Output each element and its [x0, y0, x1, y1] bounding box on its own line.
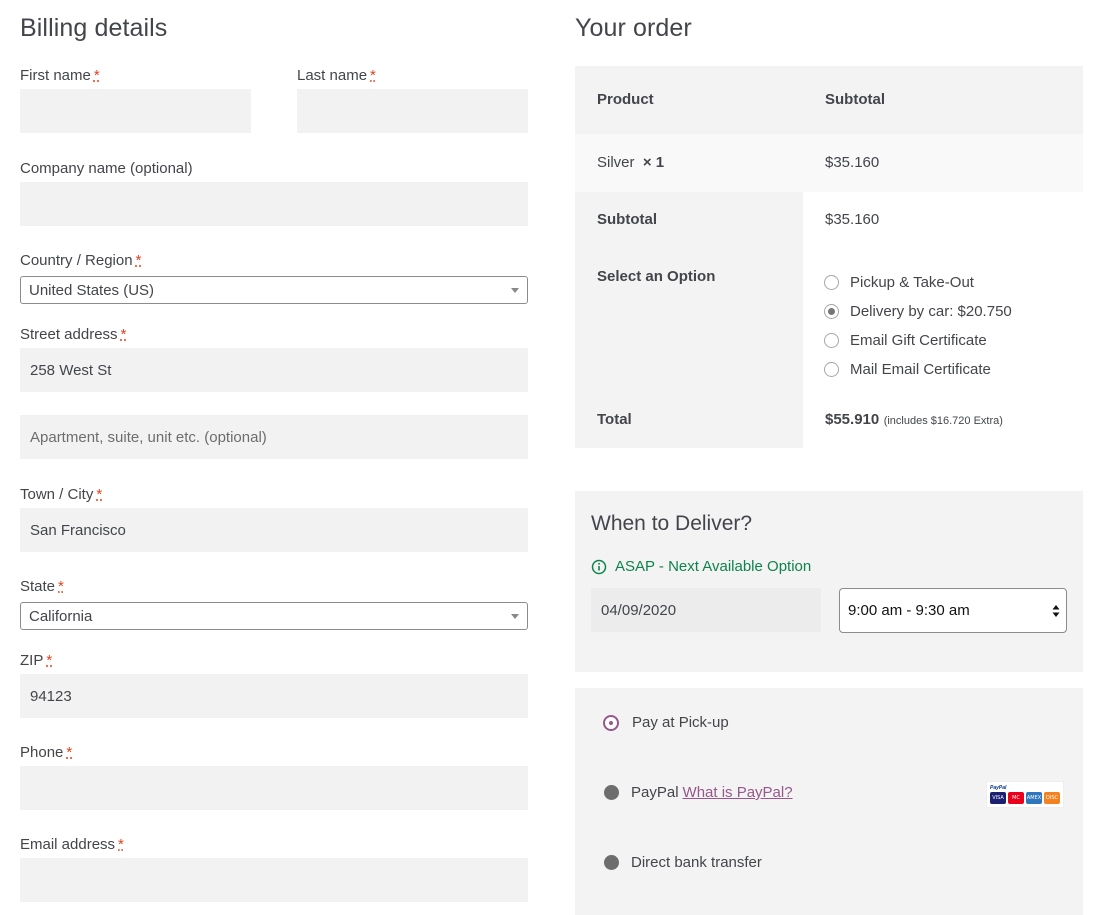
mastercard-icon: MC	[1008, 792, 1024, 804]
state-value: California	[29, 607, 93, 625]
last-name-label: Last name *	[297, 67, 376, 84]
payment-label: PayPal	[631, 784, 679, 801]
chevron-down-icon	[511, 287, 519, 293]
zip-input[interactable]: 94123	[20, 674, 528, 718]
total-value-group: $55.910 (includes $16.720 Extra)	[825, 411, 1003, 429]
what-is-paypal-link[interactable]: What is PayPal?	[683, 784, 793, 801]
street-input[interactable]: 258 West St	[20, 348, 528, 392]
payment-method-bank[interactable]: Direct bank transfer	[604, 854, 762, 871]
phone-input[interactable]	[20, 766, 528, 810]
col-subtotal-header: Subtotal	[825, 91, 885, 108]
radio-icon[interactable]	[824, 275, 839, 290]
country-label: Country / Region *	[20, 252, 142, 269]
radio-icon[interactable]	[604, 855, 619, 870]
paypal-logo-text: PayPal	[990, 785, 1007, 791]
shipping-option[interactable]: Email Gift Certificate	[824, 326, 1012, 355]
order-title: Your order	[575, 14, 692, 42]
payment-label: Pay at Pick-up	[632, 714, 729, 731]
apartment-placeholder: Apartment, suite, unit etc. (optional)	[30, 428, 267, 446]
state-select[interactable]: California	[20, 602, 528, 630]
delivery-date-value: 04/09/2020	[601, 601, 677, 619]
payment-method-pickup[interactable]: Pay at Pick-up	[603, 714, 729, 731]
paypal-acceptance-mark: PayPal VISA MC AMEX DISC	[990, 785, 1060, 804]
amex-card-icon: AMEX	[1026, 792, 1042, 804]
zip-label: ZIP *	[20, 652, 53, 669]
radio-checked-icon[interactable]	[824, 304, 839, 319]
first-name-input[interactable]	[20, 89, 251, 133]
chevron-down-icon	[511, 613, 519, 619]
city-value: San Francisco	[30, 521, 126, 539]
required-mark: *	[118, 836, 124, 853]
apartment-input[interactable]: Apartment, suite, unit etc. (optional)	[20, 415, 528, 459]
first-name-label: First name *	[20, 67, 100, 84]
billing-title: Billing details	[20, 14, 168, 42]
required-mark: *	[120, 326, 127, 343]
visa-card-icon: VISA	[990, 792, 1006, 804]
required-mark: *	[46, 652, 53, 669]
card-icons: VISA MC AMEX DISC	[990, 792, 1060, 804]
city-input[interactable]: San Francisco	[20, 508, 528, 552]
option-label: Select an Option	[597, 268, 716, 285]
radio-selected-icon[interactable]	[603, 714, 619, 731]
asap-notice: ASAP - Next Available Option	[591, 558, 811, 575]
item-name: Silver × 1	[597, 154, 665, 171]
required-mark: *	[96, 486, 103, 503]
payment-label: Direct bank transfer	[631, 854, 762, 871]
required-mark: *	[66, 744, 73, 761]
required-mark: *	[58, 578, 64, 595]
last-name-input[interactable]	[297, 89, 528, 133]
email-label: Email address *	[20, 836, 124, 853]
paypal-cards-logo: PayPal VISA MC AMEX DISC	[986, 781, 1064, 808]
subtotal-value: $35.160	[825, 211, 880, 228]
delivery-time-value: 9:00 am - 9:30 am	[848, 602, 970, 619]
asap-text: ASAP - Next Available Option	[615, 558, 812, 575]
phone-label: Phone *	[20, 744, 73, 761]
state-label: State *	[20, 578, 64, 595]
shipping-option[interactable]: Pickup & Take-Out	[824, 268, 1012, 297]
total-label: Total	[597, 411, 632, 428]
radio-icon[interactable]	[824, 333, 839, 348]
radio-icon[interactable]	[824, 362, 839, 377]
required-mark: *	[370, 67, 376, 84]
item-qty: × 1	[642, 154, 665, 171]
zip-value: 94123	[30, 687, 72, 705]
subtotal-label: Subtotal	[597, 211, 657, 228]
email-input[interactable]	[20, 858, 528, 902]
country-select[interactable]: United States (US)	[20, 276, 528, 304]
order-label-column	[575, 192, 803, 448]
required-mark: *	[135, 252, 142, 269]
shipping-option[interactable]: Mail Email Certificate	[824, 355, 1012, 384]
discover-card-icon: DISC	[1044, 792, 1060, 804]
delivery-date-input[interactable]: 04/09/2020	[591, 588, 821, 632]
company-input[interactable]	[20, 182, 528, 226]
street-value: 258 West St	[30, 361, 112, 379]
payment-method-paypal[interactable]: PayPal What is PayPal?	[604, 784, 793, 801]
required-mark: *	[93, 67, 100, 84]
delivery-time-select[interactable]: 9:00 am - 9:30 am	[839, 588, 1067, 633]
city-label: Town / City *	[20, 486, 103, 503]
delivery-title: When to Deliver?	[591, 512, 753, 535]
item-price: $35.160	[825, 154, 880, 171]
info-icon	[591, 559, 607, 574]
shipping-option[interactable]: Delivery by car: $20.750	[824, 297, 1012, 326]
select-arrows-icon	[1052, 604, 1060, 617]
col-product-header: Product	[597, 91, 654, 108]
street-label: Street address *	[20, 326, 127, 343]
country-value: United States (US)	[29, 281, 155, 299]
radio-icon[interactable]	[604, 785, 619, 800]
total-value: $55.910	[825, 411, 880, 428]
total-note: (includes $16.720 Extra)	[883, 415, 1003, 427]
shipping-option-list: Pickup & Take-Out Delivery by car: $20.7…	[824, 268, 1012, 384]
company-label: Company name (optional)	[20, 160, 193, 177]
